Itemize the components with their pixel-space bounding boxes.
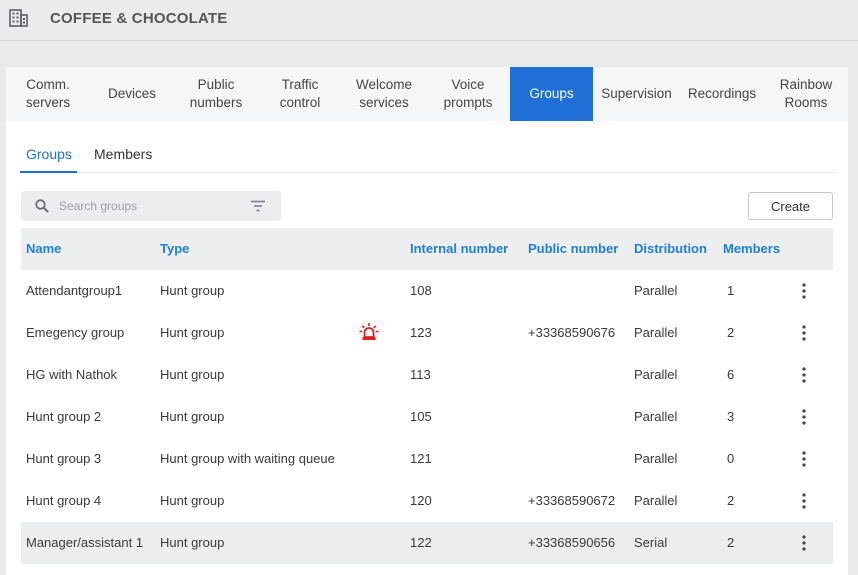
cell-distribution: Serial: [634, 535, 668, 550]
cell-internal-number: 123: [410, 325, 432, 340]
cell-type: Hunt group: [160, 367, 225, 382]
tab-recordings[interactable]: Recordings: [680, 67, 764, 121]
search-box[interactable]: Search groups: [21, 191, 281, 221]
cell-name: Hunt group 4: [26, 493, 102, 508]
top-bar: COFFEE & CHOCOLATE: [0, 0, 858, 41]
search-input[interactable]: Search groups: [59, 199, 137, 213]
building-icon: [9, 9, 28, 27]
table-row[interactable]: Emegency group Hunt group 123 +33368590676 P…: [21, 312, 833, 354]
column-header-internal-number[interactable]: Internal number: [410, 241, 508, 256]
tab-traffic-control[interactable]: Traffic control: [258, 67, 342, 121]
more-options-icon[interactable]: [796, 324, 812, 342]
cell-internal-number: 122: [410, 535, 432, 550]
cell-public-number: +33368590656: [528, 535, 616, 550]
cell-name: Manager/assistant 1: [26, 535, 144, 550]
column-header-name[interactable]: Name: [26, 241, 61, 256]
cell-members: 2: [727, 535, 735, 550]
cell-type: Hunt group: [160, 283, 225, 298]
cell-members: 2: [727, 325, 735, 340]
sub-tab-bar: Groups Members: [20, 133, 835, 173]
cell-type: Hunt group: [160, 535, 225, 550]
table-row[interactable]: Attendantgroup1 Hunt group 108 Parallel 1: [21, 270, 833, 312]
cell-internal-number: 121: [410, 451, 432, 466]
main-panel: Comm. servers Devices Public numbers Tra…: [6, 67, 848, 575]
cell-type: Hunt group: [160, 409, 225, 424]
cell-type: Hunt group with waiting queue: [160, 451, 335, 466]
more-options-icon[interactable]: [796, 492, 812, 510]
cell-type: Hunt group: [160, 325, 225, 340]
tab-label: Welcome services: [355, 77, 413, 110]
cell-internal-number: 120: [410, 493, 432, 508]
cell-public-number: +33368590676: [528, 325, 616, 340]
cell-public-number: +33368590672: [528, 493, 616, 508]
more-options-icon[interactable]: [796, 282, 812, 300]
table-row[interactable]: HG with Nathok Hunt group 113 Parallel 6: [21, 354, 833, 396]
cell-members: 1: [727, 283, 735, 298]
more-options-icon[interactable]: [796, 534, 812, 552]
cell-name: Hunt group 2: [26, 409, 102, 424]
tab-supervision[interactable]: Supervision: [593, 67, 680, 121]
more-options-icon[interactable]: [796, 450, 812, 468]
alarm-icon: [359, 323, 379, 340]
cell-distribution: Parallel: [634, 409, 678, 424]
tab-label: Recordings: [687, 86, 757, 101]
cell-name: Emegency group: [26, 325, 125, 340]
table-header: Name Type Internal number Public number …: [21, 228, 833, 270]
cell-members: 3: [727, 409, 735, 424]
more-options-icon[interactable]: [796, 366, 812, 384]
tab-welcome-services[interactable]: Welcome services: [342, 67, 426, 121]
cell-distribution: Parallel: [634, 325, 678, 340]
tab-voice-prompts[interactable]: Voice prompts: [426, 67, 510, 121]
cell-internal-number: 108: [410, 283, 432, 298]
cell-name: Attendantgroup1: [26, 283, 123, 298]
tab-devices[interactable]: Devices: [90, 67, 174, 121]
table-row[interactable]: Manager/assistant 1 Hunt group 122 +3336859…: [21, 522, 833, 564]
cell-distribution: Parallel: [634, 493, 678, 508]
tab-label: Traffic control: [279, 77, 321, 110]
search-icon: [35, 199, 49, 213]
column-header-type[interactable]: Type: [160, 241, 189, 256]
tab-label: Groups: [529, 86, 574, 101]
cell-name: HG with Nathok: [26, 367, 118, 382]
tab-bar: Comm. servers Devices Public numbers Tra…: [6, 67, 848, 121]
active-subtab-indicator: [20, 171, 77, 173]
cell-internal-number: 105: [410, 409, 432, 424]
cell-type: Hunt group: [160, 493, 225, 508]
cell-internal-number: 113: [410, 367, 431, 382]
more-options-icon[interactable]: [796, 408, 812, 426]
table-row[interactable]: Hunt group 3 Hunt group with waiting queu…: [21, 438, 833, 480]
tab-label: Supervision: [601, 86, 672, 101]
subtab-members[interactable]: Members: [94, 146, 152, 162]
table-row[interactable]: Hunt group 2 Hunt group 105 Parallel 3: [21, 396, 833, 438]
tab-label: Rainbow Rooms: [779, 77, 833, 110]
tab-label: Devices: [107, 86, 156, 101]
tab-public-numbers[interactable]: Public numbers: [174, 67, 258, 121]
tab-label: Public numbers: [189, 77, 243, 110]
table-row[interactable]: Hunt group 4 Hunt group 120 +33368590672 Par…: [21, 480, 833, 522]
tab-groups[interactable]: Groups: [510, 67, 593, 121]
column-header-public-number[interactable]: Public number: [528, 241, 618, 256]
create-button[interactable]: Create: [748, 192, 833, 220]
cell-distribution: Parallel: [634, 451, 678, 466]
tab-label: Voice prompts: [443, 77, 493, 110]
column-header-distribution[interactable]: Distribution: [634, 241, 707, 256]
cell-members: 2: [727, 493, 735, 508]
company-name: COFFEE & CHOCOLATE: [50, 10, 228, 27]
tab-rainbow-rooms[interactable]: Rainbow Rooms: [764, 67, 848, 121]
cell-members: 6: [727, 367, 735, 382]
subtab-groups[interactable]: Groups: [26, 146, 72, 162]
column-header-members[interactable]: Members: [723, 241, 780, 256]
filter-icon[interactable]: [251, 200, 265, 212]
cell-name: Hunt group 3: [26, 451, 102, 466]
tab-label: Comm. servers: [25, 77, 71, 110]
cell-distribution: Parallel: [634, 283, 678, 298]
tab-comm-servers[interactable]: Comm. servers: [6, 67, 90, 121]
cell-distribution: Parallel: [634, 367, 678, 382]
cell-members: 0: [727, 451, 735, 466]
